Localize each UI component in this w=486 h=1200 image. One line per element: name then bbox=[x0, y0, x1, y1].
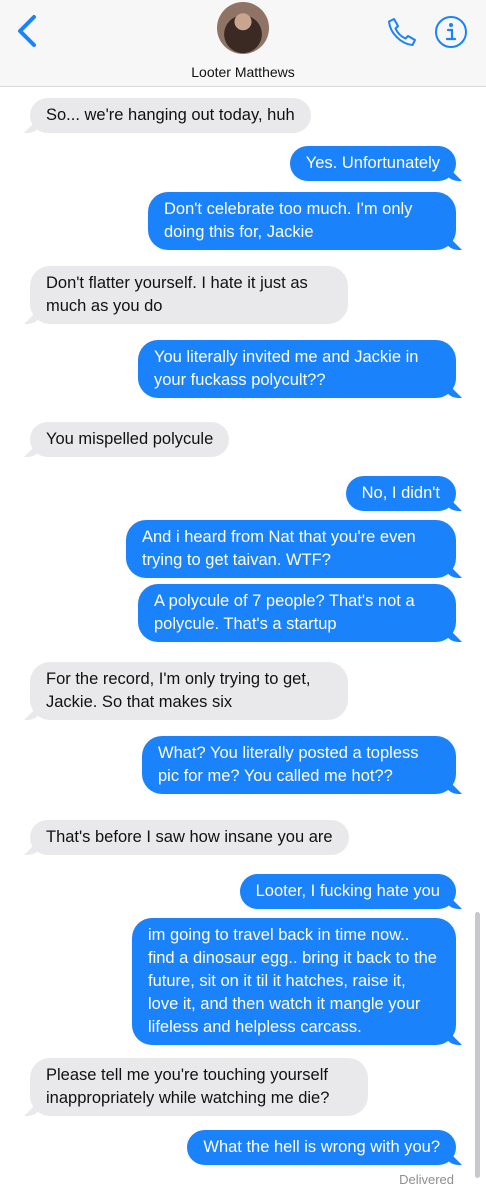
incoming-message[interactable]: Don't flatter yourself. I hate it just a… bbox=[30, 266, 348, 324]
outgoing-message[interactable]: Looter, I fucking hate you bbox=[239, 874, 456, 909]
outgoing-message[interactable]: And i heard from Nat that you're even tr… bbox=[126, 520, 456, 578]
outgoing-message[interactable]: What? You literally posted a topless pic… bbox=[142, 736, 456, 794]
outgoing-message[interactable]: What the hell is wrong with you? bbox=[187, 1130, 456, 1165]
incoming-message[interactable]: So... we're hanging out today, huh bbox=[30, 98, 311, 133]
incoming-message[interactable]: That's before I saw how insane you are bbox=[30, 820, 349, 855]
scrollbar[interactable] bbox=[475, 912, 480, 1178]
avatar[interactable] bbox=[217, 2, 269, 54]
outgoing-message[interactable]: You literally invited me and Jackie in y… bbox=[138, 340, 456, 398]
contact-name[interactable]: Looter Matthews bbox=[0, 64, 486, 80]
outgoing-message[interactable]: A polycule of 7 people? That's not a pol… bbox=[138, 584, 456, 642]
incoming-message[interactable]: For the record, I'm only trying to get, … bbox=[30, 662, 348, 720]
incoming-message[interactable]: Please tell me you're touching yourself … bbox=[30, 1058, 368, 1116]
outgoing-message[interactable]: im going to travel back in time now.. fi… bbox=[132, 918, 456, 1045]
outgoing-message[interactable]: No, I didn't bbox=[345, 476, 456, 511]
info-icon[interactable] bbox=[434, 15, 468, 49]
incoming-message[interactable]: You mispelled polycule bbox=[30, 422, 230, 457]
conversation-header: Looter Matthews bbox=[0, 0, 486, 87]
phone-icon[interactable] bbox=[386, 16, 418, 48]
outgoing-message[interactable]: Don't celebrate too much. I'm only doing… bbox=[148, 192, 456, 250]
delivered-status: Delivered bbox=[399, 1172, 454, 1187]
outgoing-message[interactable]: Yes. Unfortunately bbox=[289, 146, 456, 181]
chevron-left-icon[interactable] bbox=[14, 14, 42, 48]
message-thread[interactable]: So... we're hanging out today, huh Yes. … bbox=[0, 88, 486, 1200]
